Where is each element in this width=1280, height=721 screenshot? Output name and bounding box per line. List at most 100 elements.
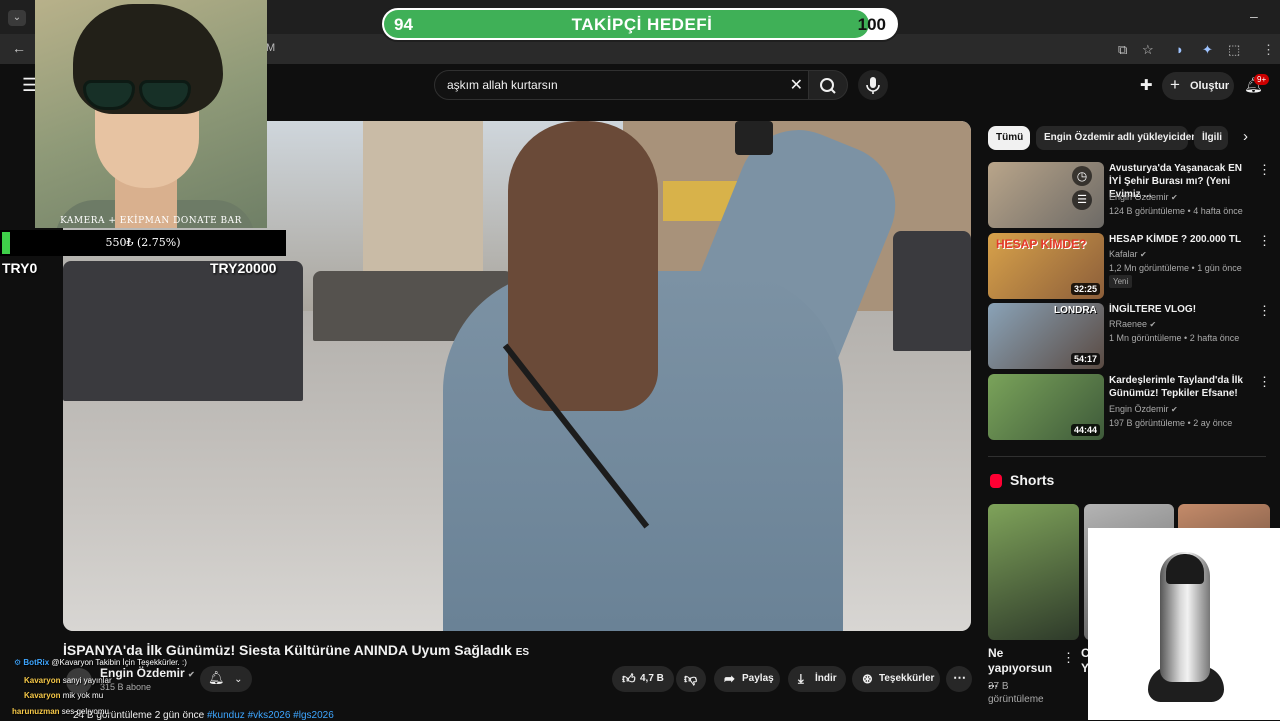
verified-icon: ✔ (1140, 250, 1147, 259)
recommended-channel: Engin Özdemir ✔ (1109, 192, 1178, 202)
recommended-channel-text: RRaenee (1109, 319, 1148, 329)
description-meta[interactable]: 24 B görüntüleme 2 gün önce #kunduz #vks… (73, 710, 334, 721)
recommended-channel: RRaenee ✔ (1109, 319, 1156, 329)
recommended-title: İNGİLTERE VLOG! (1109, 304, 1197, 315)
recommended-channel-text: Engin Özdemir (1109, 404, 1169, 414)
more-vertical-icon[interactable]: ⋮ (1258, 162, 1271, 178)
search-button[interactable] (808, 70, 848, 100)
download-button[interactable]: ⤓ İndir (788, 666, 846, 692)
tab-search-icon[interactable]: ⌄ (8, 10, 26, 26)
upload-icon[interactable]: ✚ (1140, 76, 1153, 94)
chat-text: @Kavaryon Takibin İçin Teşekkürler. :) (51, 658, 187, 667)
more-vertical-icon[interactable]: ⋮ (1258, 233, 1271, 249)
like-button[interactable]: 👍︎ 4,7 B (612, 666, 674, 692)
donate-amount: 550₺ (2.75%) (105, 236, 181, 249)
chip-all[interactable]: Tümü (988, 126, 1030, 150)
video-thumbnail[interactable]: ◷ ☰ (988, 162, 1104, 228)
create-label: Oluştur (1190, 80, 1230, 92)
download-label: İndir (815, 673, 837, 684)
chip-from-uploader[interactable]: Engin Özdemir adlı yükleyiciden (1036, 126, 1197, 150)
recommended-video[interactable]: 44:44 Kardeşlerimle Tayland'da İlk Günüm… (988, 374, 1271, 440)
verified-icon: ✔ (1171, 193, 1178, 202)
voice-search-button[interactable] (858, 70, 888, 100)
follower-goal-title: TAKİPÇİ HEDEFİ (571, 15, 713, 34)
subscription-bell-button[interactable]: 🔔︎ ⌄ (200, 666, 252, 692)
donate-min-label: TRY0 (2, 260, 38, 276)
verified-icon: ✔ (188, 670, 195, 679)
video-duration: 44:44 (1070, 424, 1100, 436)
browser-menu-icon[interactable]: ⋮ (1262, 42, 1275, 58)
dislike-button[interactable]: 👎︎ (676, 666, 706, 692)
divider (988, 456, 1266, 457)
chat-username: Kavaryon (24, 676, 61, 685)
add-to-queue-icon[interactable]: ☰ (1072, 190, 1092, 210)
short-views: 37 B görüntüleme (988, 681, 1044, 705)
more-actions-button[interactable]: ⋯ (946, 666, 972, 692)
extension-audio-icon[interactable]: ◗ (1176, 42, 1184, 57)
bookmark-star-icon[interactable]: ☆ (1142, 42, 1154, 58)
video-duration: 32:25 (1070, 283, 1100, 295)
search-query-text: aşkım allah kurtarsın (447, 78, 558, 92)
recommended-channel-text: Engin Özdemir (1109, 192, 1169, 202)
video-title: İSPANYA'da İlk Günümüz! Siesta Kültürüne… (63, 642, 529, 658)
share-button[interactable]: ➦ Paylaş (714, 666, 780, 692)
donate-progress-bar: 550₺ (2.75%) (0, 230, 286, 256)
extensions-puzzle-icon[interactable]: ⬚ (1228, 42, 1240, 58)
chat-text: ses gelıyomu (61, 707, 109, 716)
create-button[interactable]: + Oluştur (1162, 72, 1234, 100)
streamer-avatar-overlay: KAMERA + EKİPMAN DONATE BAR (35, 0, 267, 228)
recommended-channel-text: Kafalar (1109, 249, 1138, 259)
recommended-video[interactable]: LONDRA 54:17 İNGİLTERE VLOG! RRaenee ✔ 1… (988, 303, 1271, 369)
recommended-video[interactable]: ◷ ☰ Avusturya'da Yaşanacak EN İYİ Şehir … (988, 162, 1271, 228)
verified-icon: ✔ (1149, 320, 1157, 329)
video-thumbnail[interactable]: LONDRA 54:17 (988, 303, 1104, 369)
minimize-icon[interactable]: – (1250, 8, 1258, 24)
address-bar-fragment[interactable]: M (266, 42, 275, 54)
chevron-right-icon[interactable]: › (1243, 128, 1248, 145)
video-title-suffix: ES (515, 647, 530, 658)
thumbnail-text: LONDRA (1054, 305, 1097, 316)
recommended-meta: 197 B görüntüleme • 2 ay önce (1109, 418, 1233, 428)
recommended-channel: Kafalar ✔ (1109, 249, 1147, 259)
share-arrow-icon: ➦ (724, 671, 735, 686)
thanks-button[interactable]: ⊛ Teşekkürler (852, 666, 940, 692)
channel-name[interactable]: Engin Özdemir ✔ (100, 666, 195, 680)
webcam-product-image (1088, 528, 1280, 720)
video-frame-crowd (63, 261, 303, 401)
video-thumbnail[interactable]: 44:44 (988, 374, 1104, 440)
shorts-heading: Shorts (1010, 472, 1055, 488)
share-label: Paylaş (742, 673, 774, 684)
more-vertical-icon[interactable]: ⋮ (1258, 374, 1271, 390)
video-frame-phone (735, 121, 773, 155)
video-frame-crowd (893, 231, 971, 351)
chat-message: Kavaryon sanyi yayınlar (24, 676, 112, 685)
recommended-title: Kardeşlerimle Tayland'da İlk Günümüz! Te… (1109, 375, 1243, 399)
new-badge: Yeni (1109, 275, 1133, 288)
chat-username: harunuzman (12, 707, 60, 716)
clear-search-icon[interactable]: ✕ (790, 75, 803, 95)
short-thumbnail[interactable] (988, 504, 1079, 640)
extension-translate-icon[interactable]: ✦ (1202, 42, 1213, 58)
follower-goal-bar: TAKİPÇİ HEDEFİ 94 100 (380, 6, 900, 42)
chat-text: mik yok mu (62, 691, 104, 700)
search-input[interactable]: aşkım allah kurtarsın ✕ (434, 70, 810, 100)
recommended-title: HESAP KİMDE ? 200.000 TL (1109, 234, 1242, 245)
chevron-down-icon: ⌄ (234, 674, 243, 685)
video-thumbnail[interactable]: HESAP KİMDE? 32:25 (988, 233, 1104, 299)
cast-icon[interactable]: ⧉ (1118, 42, 1127, 58)
thumbs-down-icon: 👎︎ (684, 671, 698, 686)
donate-bar-label: KAMERA + EKİPMAN DONATE BAR (60, 216, 242, 226)
hashtags[interactable]: #kunduz #vks2026 #lgs2026 (207, 710, 334, 721)
microphone-icon (866, 77, 880, 94)
back-arrow-icon[interactable]: ← (12, 40, 26, 56)
chat-text: sanyi yayınlar (62, 676, 112, 685)
recommended-channel: Engin Özdemir ✔ (1109, 404, 1178, 414)
watch-later-clock-icon[interactable]: ◷ (1072, 166, 1092, 186)
more-vertical-icon[interactable]: ⋮ (1062, 650, 1075, 666)
chip-related[interactable]: İlgili (1194, 126, 1228, 150)
webcam-lens-icon (1166, 554, 1204, 584)
more-vertical-icon[interactable]: ⋮ (1258, 303, 1271, 319)
recommended-video[interactable]: HESAP KİMDE? 32:25 HESAP KİMDE ? 200.000… (988, 233, 1271, 299)
notification-count-badge: 9+ (1254, 74, 1270, 85)
like-count: 4,7 B (640, 673, 664, 684)
